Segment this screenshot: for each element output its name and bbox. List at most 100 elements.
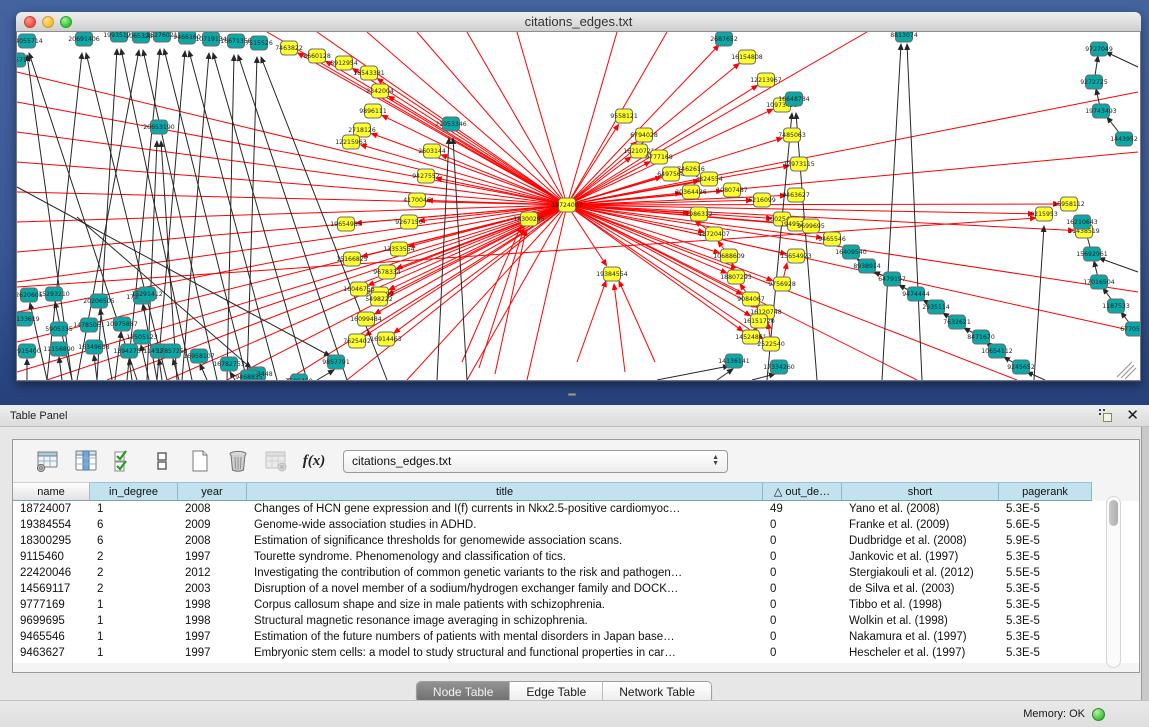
table-cell[interactable]: Tibbo et al. (1998) <box>842 597 999 613</box>
float-panel-icon[interactable] <box>1099 409 1112 422</box>
graph-node[interactable]: 10654112 <box>981 344 1013 358</box>
memory-ok-icon[interactable] <box>1092 708 1105 721</box>
table-cell[interactable]: Stergiakouli et al. (2012) <box>842 565 999 581</box>
table-cell[interactable]: Estimation of significance thresholds fo… <box>247 533 763 549</box>
graph-node[interactable]: 9727049 <box>1085 42 1113 56</box>
graph-node[interactable]: 9756928 <box>768 277 796 291</box>
table-cell[interactable]: 9777169 <box>13 597 90 613</box>
table-cell[interactable]: 9463627 <box>13 645 90 661</box>
split-pane-grip[interactable] <box>566 392 578 402</box>
scrollbar-thumb[interactable] <box>1109 500 1118 526</box>
graph-node[interactable]: 9463627 <box>782 188 810 202</box>
graph-node[interactable]: 10807487 <box>716 183 748 197</box>
table-row[interactable]: 911546021997Tourette syndrome. Phenomeno… <box>13 549 1139 565</box>
table-row[interactable]: 946554611997Estimation of the future num… <box>13 629 1139 645</box>
graph-node[interactable]: 2687652 <box>710 32 738 46</box>
function-icon[interactable]: f(x) <box>301 448 327 474</box>
table-cell[interactable]: 1997 <box>178 645 247 661</box>
table-cell[interactable]: 2012 <box>178 565 247 581</box>
graph-node[interactable]: 12213967 <box>750 73 782 87</box>
graph-node[interactable]: 8660128 <box>303 49 331 63</box>
graph-node[interactable]: 14055714 <box>17 34 43 48</box>
graph-node[interactable]: 7625402 <box>343 334 371 348</box>
table-cell[interactable]: 9699695 <box>13 613 90 629</box>
graph-node[interactable]: 19384554 <box>596 267 628 281</box>
table-row[interactable]: 1872400712008Changes of HCN gene express… <box>13 501 1139 517</box>
table-cell[interactable]: 5.3E-5 <box>999 629 1092 645</box>
column-header-out_degree[interactable]: △ out_de… <box>763 482 842 501</box>
table-cell[interactable]: 2 <box>90 581 178 597</box>
graph-node[interactable]: 9558121 <box>610 109 638 123</box>
table-cell[interactable]: 5.6E-5 <box>999 517 1092 533</box>
table-cell[interactable]: 5.3E-5 <box>999 597 1092 613</box>
graph-node[interactable]: 20364436 <box>675 185 707 199</box>
table-cell[interactable]: 1 <box>90 629 178 645</box>
tab-network-table[interactable]: Network Table <box>603 682 711 702</box>
column-header-year[interactable]: year <box>178 482 247 501</box>
table-scrollbar[interactable] <box>1106 496 1121 668</box>
table-cell[interactable]: 0 <box>763 549 842 565</box>
table-cell[interactable]: Corpus callosum shape and size in male p… <box>247 597 763 613</box>
table-cell[interactable]: 1997 <box>178 629 247 645</box>
network-canvas[interactable]: 1405571420691406199351711065328715276021… <box>16 32 1141 381</box>
graph-node[interactable]: 9245652 <box>1007 360 1035 374</box>
table-cell[interactable]: Tourette syndrome. Phenomenology and cla… <box>247 549 763 565</box>
graph-node[interactable]: 20206505 <box>83 294 115 308</box>
table-cell[interactable]: 9115460 <box>13 549 90 565</box>
row-squares-icon[interactable] <box>149 448 175 474</box>
table-cell[interactable]: Dudbridge et al. (2008) <box>842 533 999 549</box>
table-options-icon[interactable] <box>35 448 61 474</box>
table-cell[interactable]: 2 <box>90 549 178 565</box>
graph-node[interactable]: 7632621 <box>943 315 971 329</box>
table-cell[interactable]: Yano et al. (2008) <box>842 501 999 517</box>
column-header-name[interactable]: name <box>13 482 90 501</box>
graph-node[interactable]: 8912954 <box>330 56 358 70</box>
table-cell[interactable]: 6 <box>90 533 178 549</box>
show-column-icon[interactable] <box>73 448 99 474</box>
table-cell[interactable]: Estimation of the future numbers of pati… <box>247 629 763 645</box>
table-row[interactable]: 1456911722003Disruption of a novel membe… <box>13 581 1139 597</box>
trash-icon[interactable] <box>225 448 251 474</box>
citation-graph[interactable]: 1405571420691406199351711065328715276021… <box>17 32 1140 381</box>
table-cell[interactable]: 1 <box>90 645 178 661</box>
table-row[interactable]: 2242004622012Investigating the contribut… <box>13 565 1139 581</box>
graph-node[interactable]: 19743493 <box>1085 104 1117 118</box>
table-cell[interactable]: 19384554 <box>13 517 90 533</box>
table-row[interactable]: 969969511998Structural magnetic resonanc… <box>13 613 1139 629</box>
graph-node[interactable]: 19654985 <box>330 217 362 231</box>
zoom-window-icon[interactable] <box>60 16 72 28</box>
table-cell[interactable]: 6 <box>90 517 178 533</box>
network-window-titlebar[interactable]: citations_edges.txt <box>16 12 1141 32</box>
table-cell[interactable]: 14569117 <box>13 581 90 597</box>
table-cell[interactable]: 0 <box>763 565 842 581</box>
column-header-short[interactable]: short <box>842 482 999 501</box>
table-cell[interactable]: 5.3E-5 <box>999 549 1092 565</box>
canvas-resize-grip[interactable] <box>1125 368 1136 379</box>
graph-node[interactable]: 20691406 <box>68 32 100 46</box>
column-header-title[interactable]: title <box>247 482 763 501</box>
graph-node[interactable]: 9857791 <box>322 355 350 369</box>
table-cell[interactable]: 49 <box>763 501 842 517</box>
table-cell[interactable]: 1998 <box>178 613 247 629</box>
table-cell[interactable]: Structural magnetic resonance image aver… <box>247 613 763 629</box>
minimize-window-icon[interactable] <box>42 16 54 28</box>
table-row[interactable]: 946362711997Embryonic stem cells: a mode… <box>13 645 1139 661</box>
table-cell[interactable]: de Silva et al. (2003) <box>842 581 999 597</box>
table-cell[interactable]: 18724007 <box>13 501 90 517</box>
table-cell[interactable]: 0 <box>763 629 842 645</box>
table-cell[interactable]: 0 <box>763 533 842 549</box>
table-cell[interactable]: 5.3E-5 <box>999 613 1092 629</box>
table-cell[interactable]: Nakamura et al. (1997) <box>842 629 999 645</box>
graph-node[interactable]: 15692961 <box>1076 247 1108 261</box>
graph-node[interactable]: 7463822 <box>275 41 303 55</box>
table-cell[interactable]: 1 <box>90 501 178 517</box>
table-cell[interactable]: 9465546 <box>13 629 90 645</box>
table-cell[interactable]: 0 <box>763 597 842 613</box>
graph-node[interactable]: 8938914 <box>853 259 881 273</box>
table-cell[interactable]: 0 <box>763 645 842 661</box>
table-selector-dropdown[interactable]: citations_edges.txt ▲▼ <box>343 450 728 473</box>
table-cell[interactable]: 5.5E-5 <box>999 565 1092 581</box>
graph-node[interactable]: 6794028 <box>630 128 658 142</box>
graph-node[interactable]: 7986312 <box>685 207 713 221</box>
table-cell[interactable]: 2003 <box>178 581 247 597</box>
